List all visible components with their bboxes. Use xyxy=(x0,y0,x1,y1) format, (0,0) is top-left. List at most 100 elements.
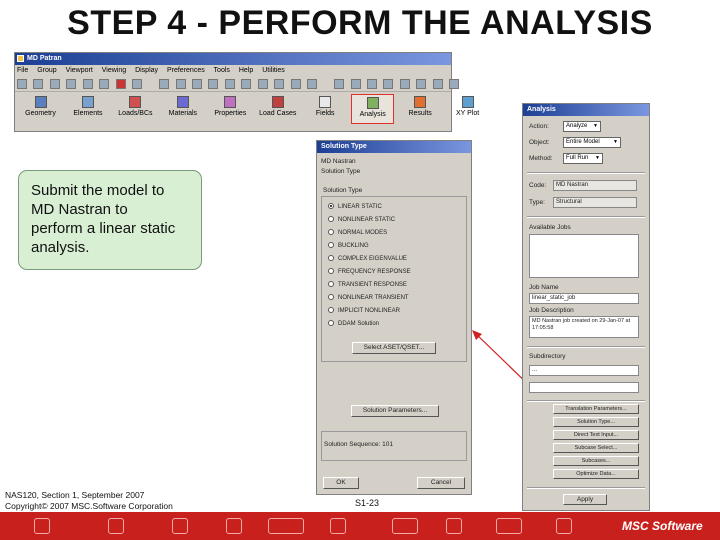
view-iso3-icon[interactable] xyxy=(241,79,252,89)
motorcycle-icon xyxy=(172,518,188,534)
option-label: DDAM Solution xyxy=(338,321,380,327)
direct-text-input-button[interactable]: Direct Text Input... xyxy=(553,430,639,440)
app-properties-button[interactable]: Properties xyxy=(209,94,252,124)
solution-parameters-button[interactable]: Solution Parameters... xyxy=(351,405,439,417)
loads-icon xyxy=(129,96,142,108)
app-results-button[interactable]: Results xyxy=(399,94,442,124)
subcase-select-button[interactable]: Subcase Select... xyxy=(553,443,639,453)
app-materials-button[interactable]: Materials xyxy=(161,94,204,124)
view-iso-icon[interactable] xyxy=(208,79,219,89)
rotate-icon[interactable] xyxy=(334,79,345,89)
copy-icon[interactable] xyxy=(82,79,93,89)
menu-preferences[interactable]: Preferences xyxy=(167,67,205,74)
solution-dialog-title: Solution Type xyxy=(321,143,367,150)
stop-icon[interactable] xyxy=(115,79,126,89)
app-load-cases-button[interactable]: Load Cases xyxy=(256,94,299,124)
subdirectory-input[interactable]: ... xyxy=(529,365,639,376)
app-xy-plot-button[interactable]: XY Plot xyxy=(446,94,489,124)
magnify-icon[interactable] xyxy=(449,79,460,89)
pan-icon[interactable] xyxy=(350,79,361,89)
radio-icon xyxy=(328,242,334,249)
solution-type-button[interactable]: Solution Type... xyxy=(553,417,639,427)
menu-viewing[interactable]: Viewing xyxy=(102,67,126,74)
solution-type-dialog: Solution Type MD Nastran Solution Type S… xyxy=(316,140,472,495)
view-front-icon[interactable] xyxy=(159,79,170,89)
fit-view-icon[interactable] xyxy=(383,79,394,89)
toolbar-separator xyxy=(149,79,153,89)
view-side-icon[interactable] xyxy=(191,79,202,89)
geometry-icon xyxy=(34,96,47,108)
wireframe-icon[interactable] xyxy=(290,79,301,89)
menu-group[interactable]: Group xyxy=(37,67,56,74)
menu-file[interactable]: File xyxy=(17,67,28,74)
results-icon xyxy=(414,96,427,108)
radio-icon xyxy=(328,320,334,327)
object-select[interactable]: Entire Model ▼ xyxy=(563,137,621,148)
select-aset-button[interactable]: Select ASET/QSET... xyxy=(352,342,436,354)
ok-button[interactable]: OK xyxy=(323,477,359,489)
code-field: MD Nastran xyxy=(553,180,637,191)
option-label: FREQUENCY RESPONSE xyxy=(338,269,411,275)
menu-help[interactable]: Help xyxy=(239,67,253,74)
undo-icon[interactable] xyxy=(99,79,110,89)
view-top-icon[interactable] xyxy=(175,79,186,89)
dropdown-arrow-icon: ▼ xyxy=(593,123,598,129)
method-select[interactable]: Full Run ▼ xyxy=(563,153,603,164)
solution-option-ddam[interactable]: DDAM Solution xyxy=(322,318,466,331)
print-icon[interactable] xyxy=(66,79,77,89)
solution-option-implicit-nonlinear[interactable]: IMPLICIT NONLINEAR xyxy=(322,305,466,318)
solution-option-linear-static[interactable]: LINEAR STATIC xyxy=(322,201,466,214)
solution-option-normal-modes[interactable]: NORMAL MODES xyxy=(322,227,466,240)
save-icon[interactable] xyxy=(49,79,60,89)
solution-option-transient-response[interactable]: TRANSIENT RESPONSE xyxy=(322,279,466,292)
view-iso2-icon[interactable] xyxy=(224,79,235,89)
divider xyxy=(527,172,645,174)
move-icon[interactable] xyxy=(366,79,377,89)
subdirectory-path-input[interactable] xyxy=(529,382,639,393)
solution-option-buckling[interactable]: BUCKLING xyxy=(322,240,466,253)
job-description-textarea[interactable]: MD Nastran job created on 29-Jan-07 at 1… xyxy=(529,316,639,338)
solution-option-nonlinear-static[interactable]: NONLINEAR STATIC xyxy=(322,214,466,227)
zoom-window-icon[interactable] xyxy=(432,79,443,89)
solution-dialog-titlebar: Solution Type xyxy=(317,141,471,153)
app-label: Geometry xyxy=(25,110,56,117)
paint-icon[interactable] xyxy=(132,79,143,89)
apply-button[interactable]: Apply xyxy=(563,494,607,505)
new-file-icon[interactable] xyxy=(17,79,27,89)
aircraft-icon xyxy=(446,518,462,534)
app-geometry-button[interactable]: Geometry xyxy=(19,94,62,124)
subcases-button[interactable]: Subcases... xyxy=(553,456,639,466)
patran-main-window: MD Patran File Group Viewport Viewing Di… xyxy=(14,52,479,132)
radio-icon xyxy=(328,294,334,301)
menu-utilities[interactable]: Utilities xyxy=(262,67,285,74)
translation-parameters-button[interactable]: Translation Parameters... xyxy=(553,404,639,414)
job-description-label: Job Description xyxy=(529,307,574,314)
optimize-data-button[interactable]: Optimize Data... xyxy=(553,469,639,479)
available-jobs-list[interactable] xyxy=(529,234,639,278)
menu-tools[interactable]: Tools xyxy=(214,67,230,74)
solution-option-nonlinear-transient[interactable]: NONLINEAR TRANSIENT xyxy=(322,292,466,305)
zoom-out-icon[interactable] xyxy=(416,79,427,89)
menu-viewport[interactable]: Viewport xyxy=(66,67,93,74)
open-file-icon[interactable] xyxy=(33,79,44,89)
action-select[interactable]: Analyze ▼ xyxy=(563,121,601,132)
job-name-input[interactable]: linear_static_job xyxy=(529,293,639,304)
view-bottom-icon[interactable] xyxy=(274,79,285,89)
shaded-icon[interactable] xyxy=(307,79,318,89)
solution-option-frequency-response[interactable]: FREQUENCY RESPONSE xyxy=(322,266,466,279)
view-iso4-icon[interactable] xyxy=(257,79,268,89)
subdirectory-label: Subdirectory xyxy=(529,353,566,360)
divider xyxy=(527,487,645,489)
dropdown-arrow-icon: ▼ xyxy=(595,155,600,161)
app-fields-button[interactable]: Fields xyxy=(304,94,347,124)
patran-app-icon xyxy=(17,55,24,62)
solution-option-complex-eigenvalue[interactable]: COMPLEX EIGENVALUE xyxy=(322,253,466,266)
zoom-in-icon[interactable] xyxy=(399,79,410,89)
app-elements-button[interactable]: Elements xyxy=(66,94,109,124)
menu-display[interactable]: Display xyxy=(135,67,158,74)
app-analysis-button[interactable]: Analysis xyxy=(351,94,395,124)
app-loads-bcs-button[interactable]: Loads/BCs xyxy=(114,94,157,124)
truck-icon xyxy=(496,518,522,534)
elements-icon xyxy=(81,96,94,108)
cancel-button[interactable]: Cancel xyxy=(417,477,465,489)
